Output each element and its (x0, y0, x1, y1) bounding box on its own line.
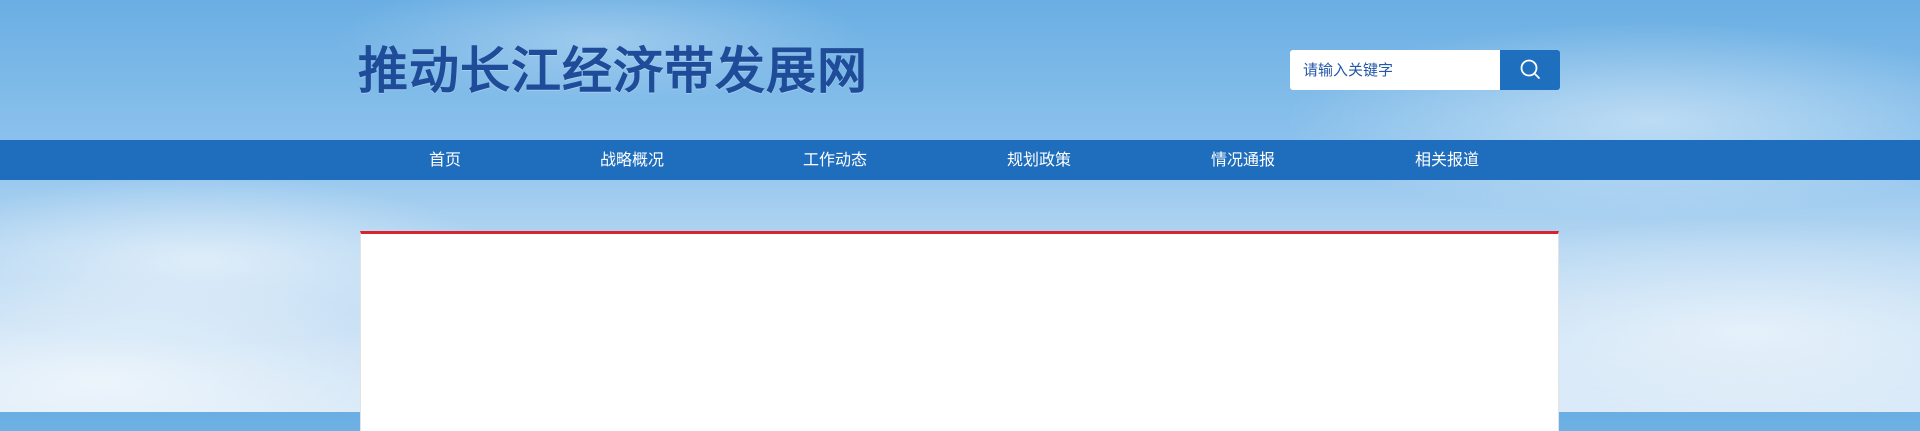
content-panel (360, 231, 1559, 431)
main-nav: 首页 战略概况 工作动态 规划政策 情况通报 相关报道 (0, 140, 1920, 180)
nav-item-planning-policy[interactable]: 规划政策 (959, 140, 1119, 180)
nav-item-work-news[interactable]: 工作动态 (755, 140, 915, 180)
nav-item-status-report[interactable]: 情况通报 (1163, 140, 1323, 180)
search-box (1290, 50, 1560, 90)
site-title: 推动长江经济带发展网 (358, 41, 868, 100)
search-input[interactable] (1290, 50, 1500, 90)
nav-item-home[interactable]: 首页 (365, 140, 525, 180)
search-icon (1519, 58, 1541, 83)
nav-item-related-reports[interactable]: 相关报道 (1367, 140, 1527, 180)
search-button[interactable] (1500, 50, 1560, 90)
nav-item-strategy-overview[interactable]: 战略概况 (552, 140, 712, 180)
